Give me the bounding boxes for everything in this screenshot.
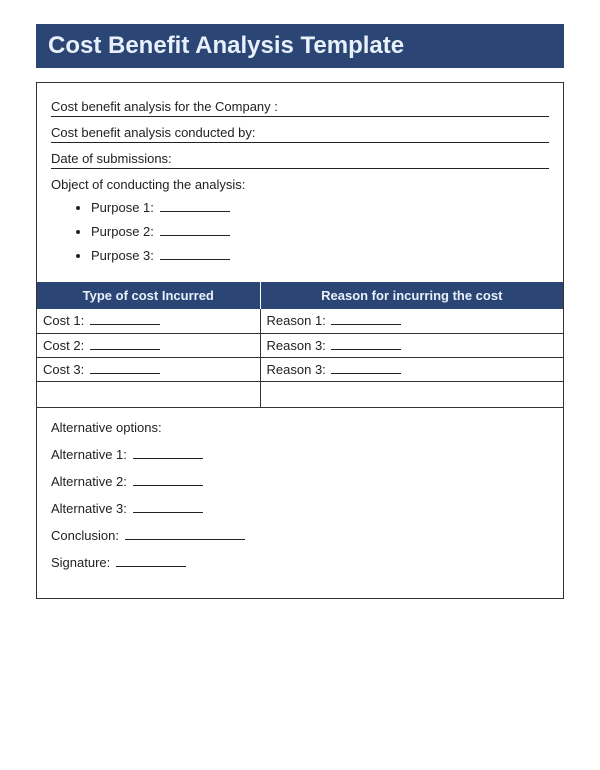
header-reason: Reason for incurring the cost <box>260 282 563 309</box>
conducted-by-label: Cost benefit analysis conducted by: <box>51 125 549 140</box>
spacer-cell <box>37 381 260 407</box>
blank <box>331 313 401 325</box>
reason-cell: Reason 1: <box>260 309 563 333</box>
section-header-fields: Cost benefit analysis for the Company : … <box>37 83 563 282</box>
cost-cell: Cost 1: <box>37 309 260 333</box>
alternative-item: Alternative 1: <box>51 447 549 462</box>
date-line <box>51 168 549 169</box>
blank <box>90 313 160 325</box>
purpose-blank <box>160 224 230 236</box>
blank <box>133 447 203 459</box>
table-row: Cost 3: Reason 3: <box>37 357 563 381</box>
alternative-item: Alternative 3: <box>51 501 549 516</box>
field-date: Date of submissions: <box>51 151 549 169</box>
alternatives-heading: Alternative options: <box>51 420 549 435</box>
header-cost: Type of cost Incurred <box>37 282 260 309</box>
reason-cell: Reason 3: <box>260 333 563 357</box>
signature-line: Signature: <box>51 555 549 570</box>
purpose-label: Purpose 1: <box>91 200 154 215</box>
purpose-label: Purpose 2: <box>91 224 154 239</box>
spacer-cell <box>260 381 563 407</box>
object-label: Object of conducting the analysis: <box>51 177 549 192</box>
field-conducted-by: Cost benefit analysis conducted by: <box>51 125 549 143</box>
alternative-item: Alternative 2: <box>51 474 549 489</box>
blank <box>133 474 203 486</box>
company-label: Cost benefit analysis for the Company : <box>51 99 549 114</box>
blank <box>331 362 401 374</box>
document-title: Cost Benefit Analysis Template <box>36 24 564 68</box>
cost-table: Type of cost Incurred Reason for incurri… <box>37 282 563 408</box>
cost-cell: Cost 2: <box>37 333 260 357</box>
blank <box>125 528 245 540</box>
table-row: Cost 1: Reason 1: <box>37 309 563 333</box>
blank <box>133 501 203 513</box>
company-line <box>51 116 549 117</box>
purpose-item: Purpose 3: <box>91 248 549 263</box>
reason-cell: Reason 3: <box>260 357 563 381</box>
section-alternatives: Alternative options: Alternative 1: Alte… <box>37 408 563 598</box>
content-box: Cost benefit analysis for the Company : … <box>36 82 564 599</box>
conducted-by-line <box>51 142 549 143</box>
purpose-blank <box>160 248 230 260</box>
field-company: Cost benefit analysis for the Company : <box>51 99 549 117</box>
cost-cell: Cost 3: <box>37 357 260 381</box>
table-row: Cost 2: Reason 3: <box>37 333 563 357</box>
blank <box>331 338 401 350</box>
date-label: Date of submissions: <box>51 151 549 166</box>
purpose-item: Purpose 1: <box>91 200 549 215</box>
conclusion-line: Conclusion: <box>51 528 549 543</box>
blank <box>90 362 160 374</box>
purpose-item: Purpose 2: <box>91 224 549 239</box>
purpose-label: Purpose 3: <box>91 248 154 263</box>
table-header-row: Type of cost Incurred Reason for incurri… <box>37 282 563 309</box>
purpose-blank <box>160 200 230 212</box>
blank <box>116 555 186 567</box>
table-spacer-row <box>37 381 563 407</box>
blank <box>90 338 160 350</box>
purpose-list: Purpose 1: Purpose 2: Purpose 3: <box>51 200 549 263</box>
